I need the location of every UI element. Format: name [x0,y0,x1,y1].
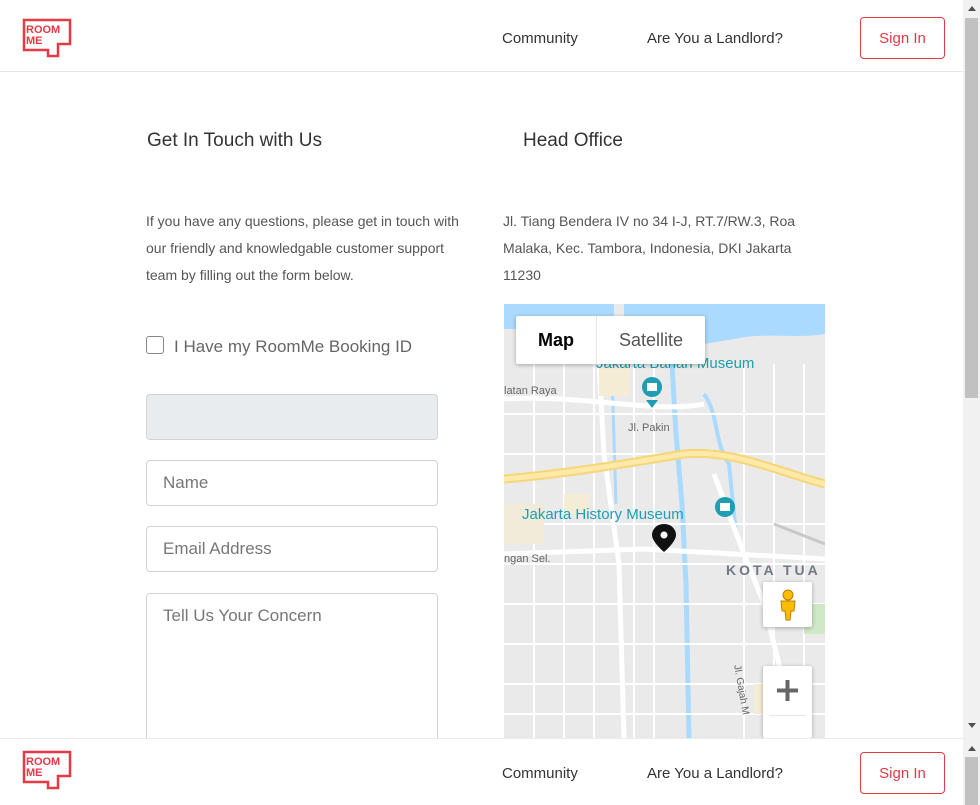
booking-id-checkbox[interactable] [146,336,164,354]
scroll-down-button[interactable] [963,717,980,734]
email-input[interactable] [146,526,438,572]
contact-title: Get In Touch with Us [147,130,322,151]
roomme-logo-icon: ROOM ME [22,750,72,790]
map-label-ngan-sel: ngan Sel. [504,553,551,565]
booking-id-checkbox-row[interactable]: I Have my RoomMe Booking ID [146,332,446,362]
sign-in-button[interactable]: Sign In [860,17,945,59]
map-label-kota-tua: KOTA TUA [726,562,821,578]
page-viewport: ROOM ME Community Are You a Landlord? Si… [0,0,963,805]
map-type-control: Map Satellite [516,316,706,364]
triangle-down-icon [967,723,976,728]
nav-community[interactable]: Community [502,30,578,47]
triangle-up-icon [967,746,976,751]
office-address: Jl. Tiang Bendera IV no 34 I-J, RT.7/RW.… [503,213,796,283]
office-map[interactable]: Map Satellite Jakarta Bahari Museum lata… [504,304,825,738]
triangle-up-icon [967,6,976,11]
contact-intro: If you have any questions, please get in… [146,213,459,283]
map-type-satellite[interactable]: Satellite [596,316,705,364]
scroll-thumb-lower[interactable] [965,757,978,805]
scroll-up-button[interactable] [963,0,980,17]
office-title: Head Office [523,130,623,151]
roomme-logo[interactable]: ROOM ME [22,18,72,58]
name-input[interactable] [146,460,438,506]
sign-in-button-sticky[interactable]: Sign In [860,752,945,794]
map-label-jl-pakin: Jl. Pakin [628,422,670,434]
zoom-separator [769,715,806,716]
scroll-thumb[interactable] [965,18,978,398]
nav-community-sticky[interactable]: Community [502,765,578,782]
pegman-button[interactable] [763,582,812,627]
nav-landlord-sticky[interactable]: Are You a Landlord? [647,765,783,782]
roomme-logo-icon: ROOM ME [22,18,72,58]
scroll-up-button-lower[interactable] [963,740,980,757]
map-label-history[interactable]: Jakarta History Museum [522,506,684,523]
logo-text-me: ME [26,767,43,779]
zoom-in-button[interactable] [763,666,812,738]
page-scrollbar[interactable] [963,0,980,805]
logo-text-me: ME [26,35,43,47]
map-label-latan-raya: latan Raya [504,385,557,397]
nav-landlord[interactable]: Are You a Landlord? [647,30,783,47]
map-type-map[interactable]: Map [516,316,596,364]
site-header-sticky: ROOM ME Community Are You a Landlord? Si… [0,738,963,805]
history-poi-icon [715,497,735,517]
booking-id-input[interactable] [146,394,438,440]
booking-id-checkbox-label[interactable]: I Have my RoomMe Booking ID [174,332,444,362]
pegman-icon [779,589,796,620]
plus-icon [777,680,798,701]
roomme-logo-sticky[interactable]: ROOM ME [22,750,72,790]
site-header: ROOM ME Community Are You a Landlord? Si… [0,0,963,72]
